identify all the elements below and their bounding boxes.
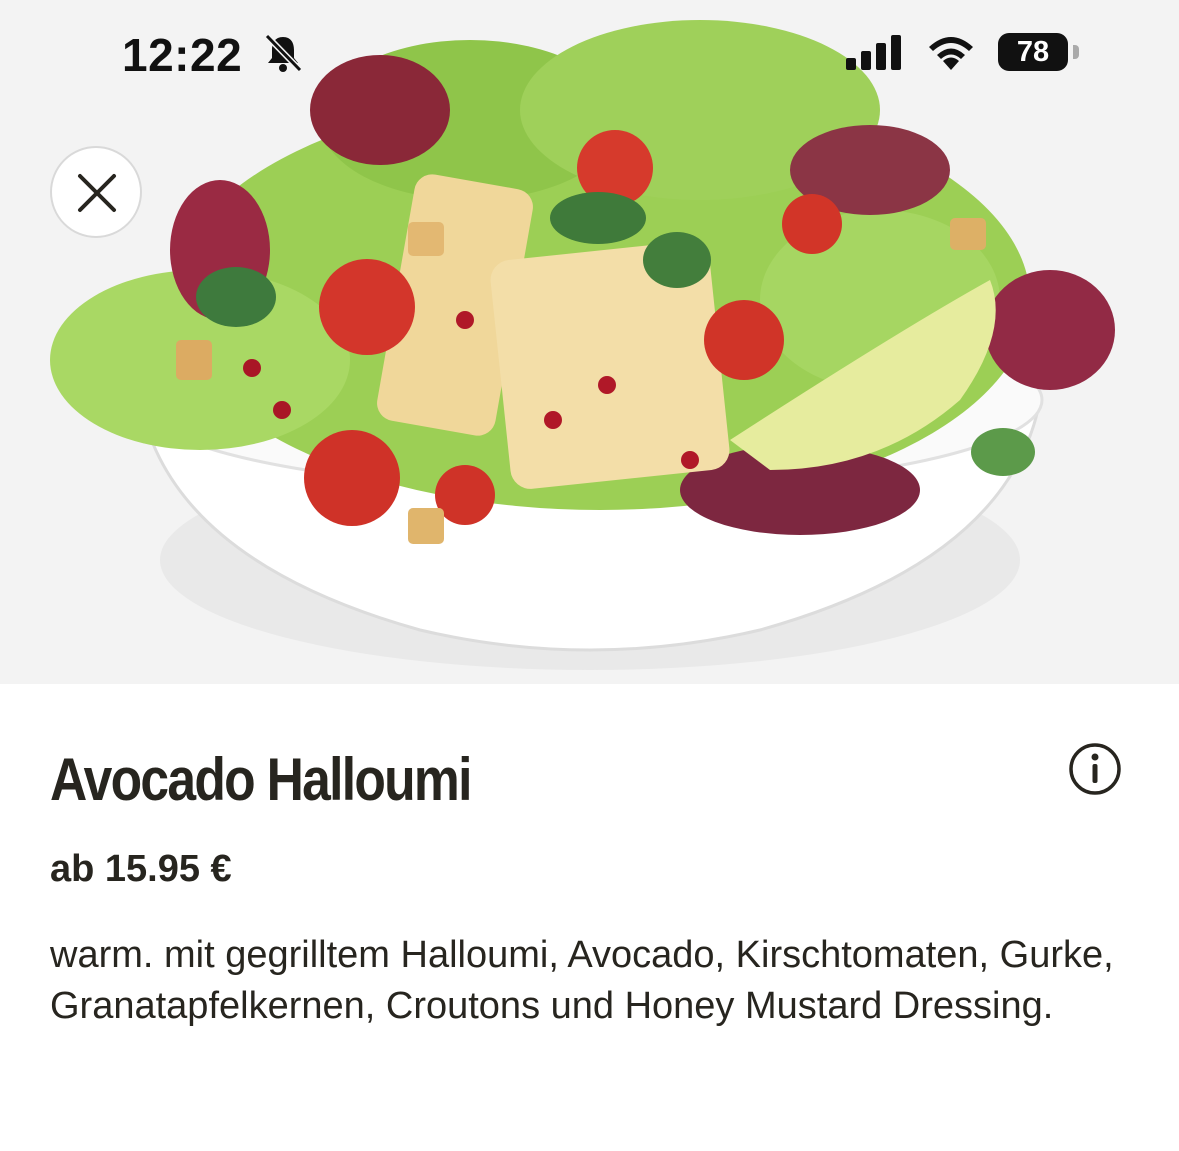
info-button[interactable] — [1068, 742, 1122, 796]
product-price: ab 15.95 € — [50, 848, 232, 890]
close-button[interactable] — [50, 146, 142, 238]
battery-icon: 78 — [998, 33, 1068, 71]
battery-cap — [1073, 45, 1079, 59]
status-time: 12:22 — [122, 29, 243, 81]
product-title: Avocado Halloumi — [50, 746, 472, 813]
close-icon — [78, 174, 116, 212]
cellular-signal-icon — [846, 35, 901, 70]
status-bar: 12:22 78 — [0, 0, 1179, 110]
bell-slash-icon — [264, 33, 303, 73]
product-description: warm. mit gegrilltem Halloumi, Avocado, … — [50, 934, 1114, 1027]
wifi-icon — [929, 37, 973, 70]
info-icon — [1069, 743, 1121, 795]
